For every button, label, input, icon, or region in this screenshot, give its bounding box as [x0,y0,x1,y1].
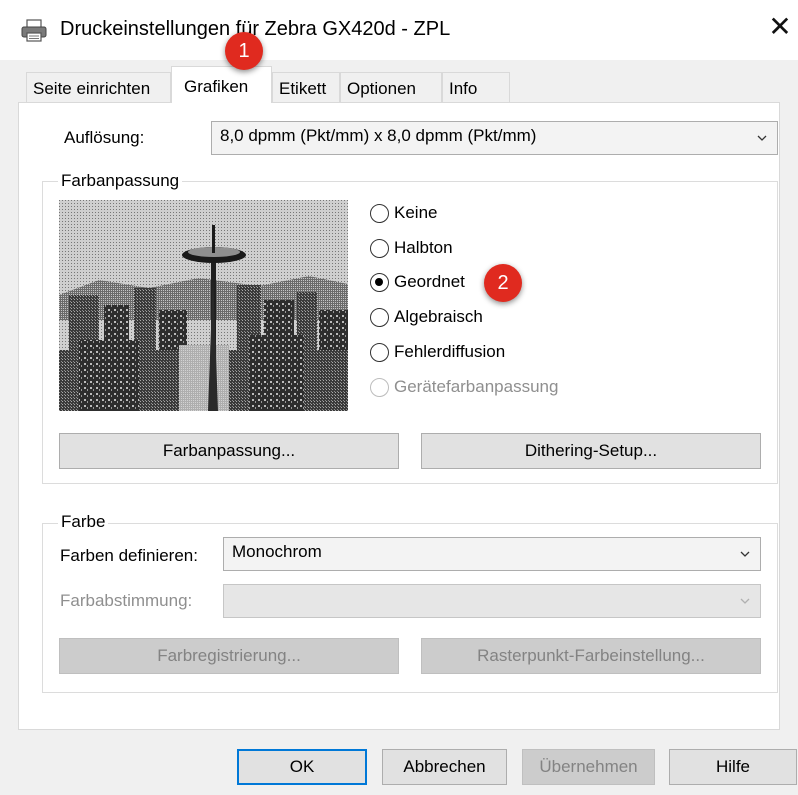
radio-label-keine[interactable]: Keine [394,203,437,223]
farbanpassung-button[interactable]: Farbanpassung... [59,433,399,469]
radio-selected-dot [375,278,383,286]
ok-button[interactable]: OK [237,749,367,785]
cancel-button[interactable]: Abbrechen [382,749,507,785]
tab-info[interactable]: Info [442,72,510,102]
tab-etikett[interactable]: Etikett [272,72,340,102]
resolution-select[interactable]: 8,0 dpmm (Pkt/mm) x 8,0 dpmm (Pkt/mm) [211,121,778,155]
radio-label-fehlerdiffusion[interactable]: Fehlerdiffusion [394,342,505,362]
radio-label-algebraisch[interactable]: Algebraisch [394,307,483,327]
radio-label-halbton[interactable]: Halbton [394,238,453,258]
radio-label-geraetefarbanpassung: Gerätefarbanpassung [394,377,559,396]
radio-fehlerdiffusion[interactable] [370,343,389,362]
farben-definieren-value: Monochrom [232,542,322,561]
tab-seite-einrichten[interactable]: Seite einrichten [26,72,171,102]
farben-definieren-label: Farben definieren: [60,546,198,565]
apply-button: Übernehmen [522,749,655,785]
chevron-down-icon [740,551,750,557]
chevron-down-icon [740,598,750,604]
chevron-down-icon [757,135,767,141]
dither-preview-image [59,200,348,411]
close-icon[interactable]: ✕ [765,12,795,42]
help-button[interactable]: Hilfe [669,749,797,785]
radio-geraetefarbanpassung [370,378,389,397]
radio-algebraisch[interactable] [370,308,389,327]
radio-label-geordnet[interactable]: Geordnet [394,272,465,292]
dithering-setup-button[interactable]: Dithering-Setup... [421,433,761,469]
printer-icon [20,19,48,43]
rasterpunkt-farbeinstellung-button: Rasterpunkt-Farbeinstellung... [421,638,761,674]
tab-grafiken[interactable]: Grafiken [171,66,272,103]
color-legend: Farbe [58,512,109,532]
farben-definieren-select[interactable]: Monochrom [223,537,761,571]
radio-halbton[interactable] [370,239,389,258]
color-matching-legend: Farbanpassung [58,171,183,191]
radio-keine[interactable] [370,204,389,223]
resolution-label: Auflösung: [64,128,145,147]
tab-optionen[interactable]: Optionen [340,72,442,102]
annotation-badge-1: 1 [225,32,263,70]
farbregistrierung-button: Farbregistrierung... [59,638,399,674]
farbabstimmung-label: Farbabstimmung: [60,591,193,610]
farbabstimmung-select [223,584,761,618]
resolution-value: 8,0 dpmm (Pkt/mm) x 8,0 dpmm (Pkt/mm) [220,126,537,145]
annotation-badge-2: 2 [484,264,522,302]
radio-geordnet[interactable] [370,273,389,292]
